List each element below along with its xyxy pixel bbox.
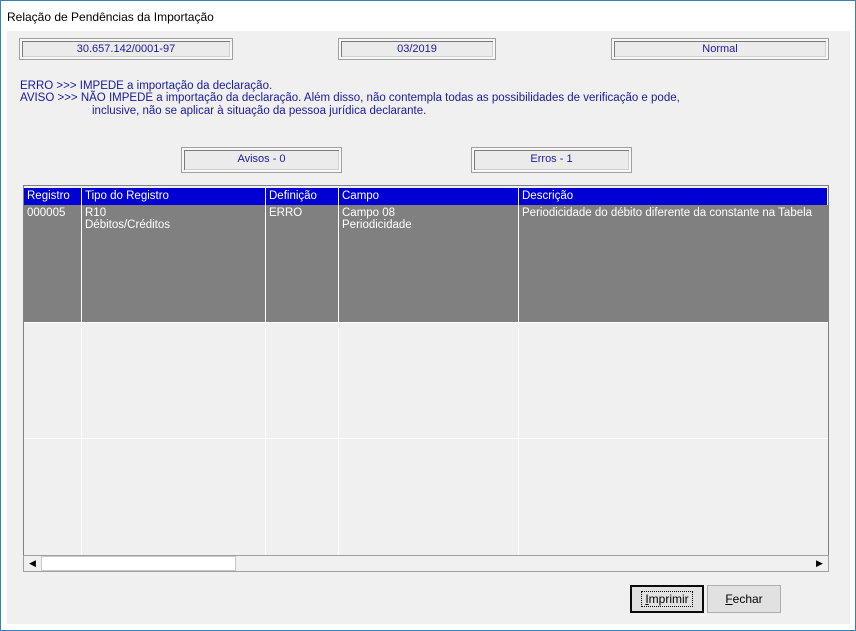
legend-aviso: AVISO >>> NÃO IMPEDE a importação da dec… bbox=[20, 92, 680, 104]
column-header-tipo-registro[interactable]: Tipo do Registro bbox=[82, 188, 266, 205]
grid-divider bbox=[24, 322, 828, 323]
period-field: 03/2019 bbox=[338, 38, 496, 60]
grid-divider bbox=[338, 205, 339, 556]
imprimir-label: Imprimir bbox=[641, 591, 693, 607]
avisos-counter: Avisos - 0 bbox=[181, 147, 342, 173]
erros-counter: Erros - 1 bbox=[471, 147, 632, 173]
column-header-campo[interactable]: Campo bbox=[339, 188, 519, 205]
pendencias-grid[interactable]: Registro Tipo do Registro Definição Camp… bbox=[23, 185, 829, 557]
grid-divider bbox=[81, 205, 82, 556]
cell-campo-desc: Periodicidade bbox=[342, 219, 412, 231]
fechar-label: Fechar bbox=[725, 592, 763, 606]
dialog-client-area: 30.657.142/0001-97 03/2019 Normal ERRO >… bbox=[7, 31, 850, 624]
imprimir-button[interactable]: Imprimir bbox=[630, 585, 704, 613]
grid-divider bbox=[518, 205, 519, 556]
grid-divider bbox=[24, 438, 828, 439]
cell-descricao: Periodicidade do débito diferente da con… bbox=[522, 207, 813, 219]
legend-aviso-continued: inclusive, não se aplicar à situação da … bbox=[92, 105, 427, 117]
scroll-left-icon[interactable]: ◀ bbox=[24, 556, 41, 571]
fechar-button[interactable]: Fechar bbox=[707, 585, 781, 613]
dialog-window: Relação de Pendências da Importação 30.6… bbox=[0, 0, 856, 631]
status-field: Normal bbox=[611, 38, 829, 60]
column-header-registro[interactable]: Registro bbox=[24, 188, 82, 205]
horizontal-scrollbar[interactable]: ◀ ▶ bbox=[23, 555, 829, 572]
scrollbar-thumb[interactable] bbox=[41, 556, 236, 571]
cell-definicao: ERRO bbox=[269, 207, 303, 219]
scroll-right-icon[interactable]: ▶ bbox=[811, 556, 828, 571]
column-header-definicao[interactable]: Definição bbox=[266, 188, 339, 205]
cell-tipo-registro-desc: Débitos/Créditos bbox=[85, 219, 171, 231]
grid-divider bbox=[265, 205, 266, 556]
window-title: Relação de Pendências da Importação bbox=[1, 1, 855, 31]
legend-erro: ERRO >>> IMPEDE a importação da declaraç… bbox=[20, 80, 273, 92]
cnpj-field: 30.657.142/0001-97 bbox=[19, 38, 233, 60]
cell-registro: 000005 bbox=[27, 207, 66, 219]
column-header-descricao[interactable]: Descrição bbox=[519, 188, 828, 205]
